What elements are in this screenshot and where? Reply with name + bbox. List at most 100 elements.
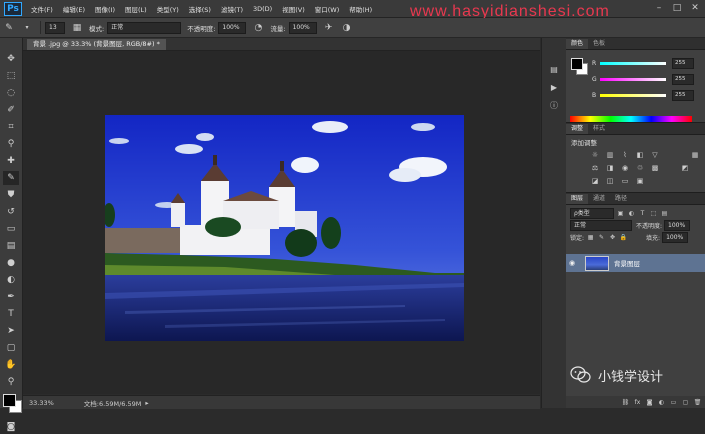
flow-field[interactable]: 100%	[288, 21, 317, 34]
fill-field[interactable]: 100%	[662, 231, 689, 243]
posterize-icon[interactable]: ◪	[590, 176, 600, 186]
zoom-tool-icon[interactable]: ⚲	[3, 375, 19, 389]
threshold-icon[interactable]: ◫	[605, 176, 615, 186]
new-group-icon[interactable]: ▭	[669, 399, 678, 406]
tab-color[interactable]: 颜色	[566, 39, 589, 49]
menu-filter[interactable]: 滤镜(T)	[216, 4, 248, 14]
eraser-tool-icon[interactable]: ▭	[3, 222, 19, 236]
menu-view[interactable]: 视图(V)	[277, 4, 310, 14]
blend-mode-select[interactable]: 正常	[570, 219, 632, 231]
menu-3d[interactable]: 3D(D)	[248, 5, 277, 13]
info-panel-icon[interactable]: ⓘ	[547, 100, 561, 112]
quick-select-tool-icon[interactable]: ✐	[3, 103, 19, 117]
invert-icon[interactable]: ◩	[680, 163, 690, 173]
minimize-icon[interactable]: –	[653, 2, 665, 14]
history-panel-icon[interactable]: ▤	[547, 64, 561, 76]
lasso-tool-icon[interactable]: ◌	[3, 86, 19, 100]
maximize-icon[interactable]: □	[671, 2, 683, 14]
lock-move-icon[interactable]: ✥	[608, 233, 617, 242]
menu-edit[interactable]: 编辑(E)	[58, 4, 90, 14]
move-tool-icon[interactable]: ✥	[3, 52, 19, 66]
brush-preset-icon[interactable]: ✎	[3, 22, 15, 34]
lock-all-icon[interactable]: 🔒	[619, 233, 628, 242]
chevron-right-icon[interactable]: ▸	[145, 399, 148, 407]
menu-help[interactable]: 帮助(H)	[344, 4, 377, 14]
blur-tool-icon[interactable]: ●	[3, 256, 19, 270]
delete-layer-icon[interactable]: 🗑	[693, 399, 702, 406]
history-brush-tool-icon[interactable]: ↺	[3, 205, 19, 219]
filter-shape-icon[interactable]: ⬚	[649, 209, 658, 218]
green-value-field[interactable]: 255	[672, 73, 694, 85]
path-select-tool-icon[interactable]: ➤	[3, 324, 19, 338]
filter-smart-icon[interactable]: ▤	[660, 209, 669, 218]
tab-layers[interactable]: 图层	[566, 194, 589, 204]
menu-image[interactable]: 图像(I)	[90, 4, 120, 14]
actions-panel-icon[interactable]: ▶	[547, 82, 561, 94]
healing-tool-icon[interactable]: ✚	[3, 154, 19, 168]
add-mask-icon[interactable]: ◙	[645, 399, 654, 406]
photo-filter-icon[interactable]: ◉	[620, 163, 630, 173]
eye-icon[interactable]: ◉	[569, 259, 579, 267]
levels-icon[interactable]: ▥	[605, 150, 615, 160]
filter-type-icon[interactable]: T	[638, 209, 647, 218]
gradient-map-icon[interactable]: ▭	[620, 176, 630, 186]
green-slider[interactable]	[600, 77, 666, 81]
tab-channels[interactable]: 通道	[588, 194, 610, 204]
opacity-pressure-icon[interactable]: ◔	[252, 22, 264, 34]
brush-tool-icon[interactable]: ✎	[3, 171, 19, 185]
tab-paths[interactable]: 路径	[610, 194, 632, 204]
curves-icon[interactable]: ⌇	[620, 150, 630, 160]
selective-color-icon[interactable]: ▣	[635, 176, 645, 186]
exposure-icon[interactable]: ◧	[635, 150, 645, 160]
channel-mixer-icon[interactable]: ♲	[635, 163, 645, 173]
gradient-tool-icon[interactable]: ▤	[3, 239, 19, 253]
red-slider[interactable]	[600, 61, 666, 65]
layer-name[interactable]: 背景图层	[614, 258, 640, 268]
layer-filter-select[interactable]: ρ类型	[570, 207, 614, 219]
lock-paint-icon[interactable]: ✎	[597, 233, 606, 242]
new-layer-icon[interactable]: ▢	[681, 399, 690, 406]
color-lookup-icon[interactable]: ▩	[650, 163, 660, 173]
red-value-field[interactable]: 255	[672, 57, 694, 69]
pen-tool-icon[interactable]: ✒	[3, 290, 19, 304]
menu-select[interactable]: 选择(S)	[184, 4, 216, 14]
menu-type[interactable]: 类型(Y)	[152, 4, 184, 14]
canvas-photo[interactable]	[105, 115, 464, 341]
lock-transparent-icon[interactable]: ▦	[586, 233, 595, 242]
menu-file[interactable]: 文件(F)	[26, 4, 58, 14]
foreground-color-swatch[interactable]	[3, 394, 16, 407]
brush-size-field[interactable]: 13	[45, 21, 65, 34]
link-layers-icon[interactable]: ⛓	[621, 399, 630, 406]
marquee-tool-icon[interactable]: ⬚	[3, 69, 19, 83]
tab-styles[interactable]: 样式	[588, 124, 610, 134]
opacity-field[interactable]: 100%	[218, 21, 247, 34]
blue-slider[interactable]	[600, 93, 666, 97]
menu-layer[interactable]: 图层(L)	[120, 4, 152, 14]
color-swatches[interactable]	[3, 394, 22, 413]
layer-style-icon[interactable]: fx	[633, 399, 642, 406]
brush-panel-icon[interactable]: ▦	[71, 22, 83, 34]
crop-tool-icon[interactable]: ⌗	[3, 120, 19, 134]
panel-foreground-swatch[interactable]	[571, 58, 583, 70]
filter-pixel-icon[interactable]: ▣	[616, 209, 625, 218]
blue-value-field[interactable]: 255	[672, 89, 694, 101]
mode-select[interactable]: 正常	[107, 21, 182, 34]
tab-adjustments[interactable]: 调整	[566, 124, 589, 134]
airbrush-icon[interactable]: ✈	[323, 22, 335, 34]
shape-tool-icon[interactable]: ▢	[3, 341, 19, 355]
close-icon[interactable]: ✕	[689, 2, 701, 14]
filter-adjust-icon[interactable]: ◐	[627, 209, 636, 218]
color-balance-icon[interactable]: ⚖	[590, 163, 600, 173]
vibrance-icon[interactable]: ▽	[650, 150, 660, 160]
stamp-tool-icon[interactable]: ⛊	[3, 188, 19, 202]
eyedropper-tool-icon[interactable]: ⚲	[3, 137, 19, 151]
quick-mask-icon[interactable]: ◙	[3, 420, 19, 434]
layer-row-background[interactable]: ◉ 背景图层	[566, 254, 705, 272]
dodge-tool-icon[interactable]: ◐	[3, 273, 19, 287]
black-white-icon[interactable]: ◨	[605, 163, 615, 173]
layer-opacity-field[interactable]: 100%	[664, 219, 691, 231]
type-tool-icon[interactable]: T	[3, 307, 19, 321]
document-tab[interactable]: 背景 .jpg @ 33.3% (背景图层, RGB/8#) *	[27, 39, 166, 50]
chevron-down-icon[interactable]: ▾	[21, 22, 33, 34]
menu-window[interactable]: 窗口(W)	[310, 4, 345, 14]
